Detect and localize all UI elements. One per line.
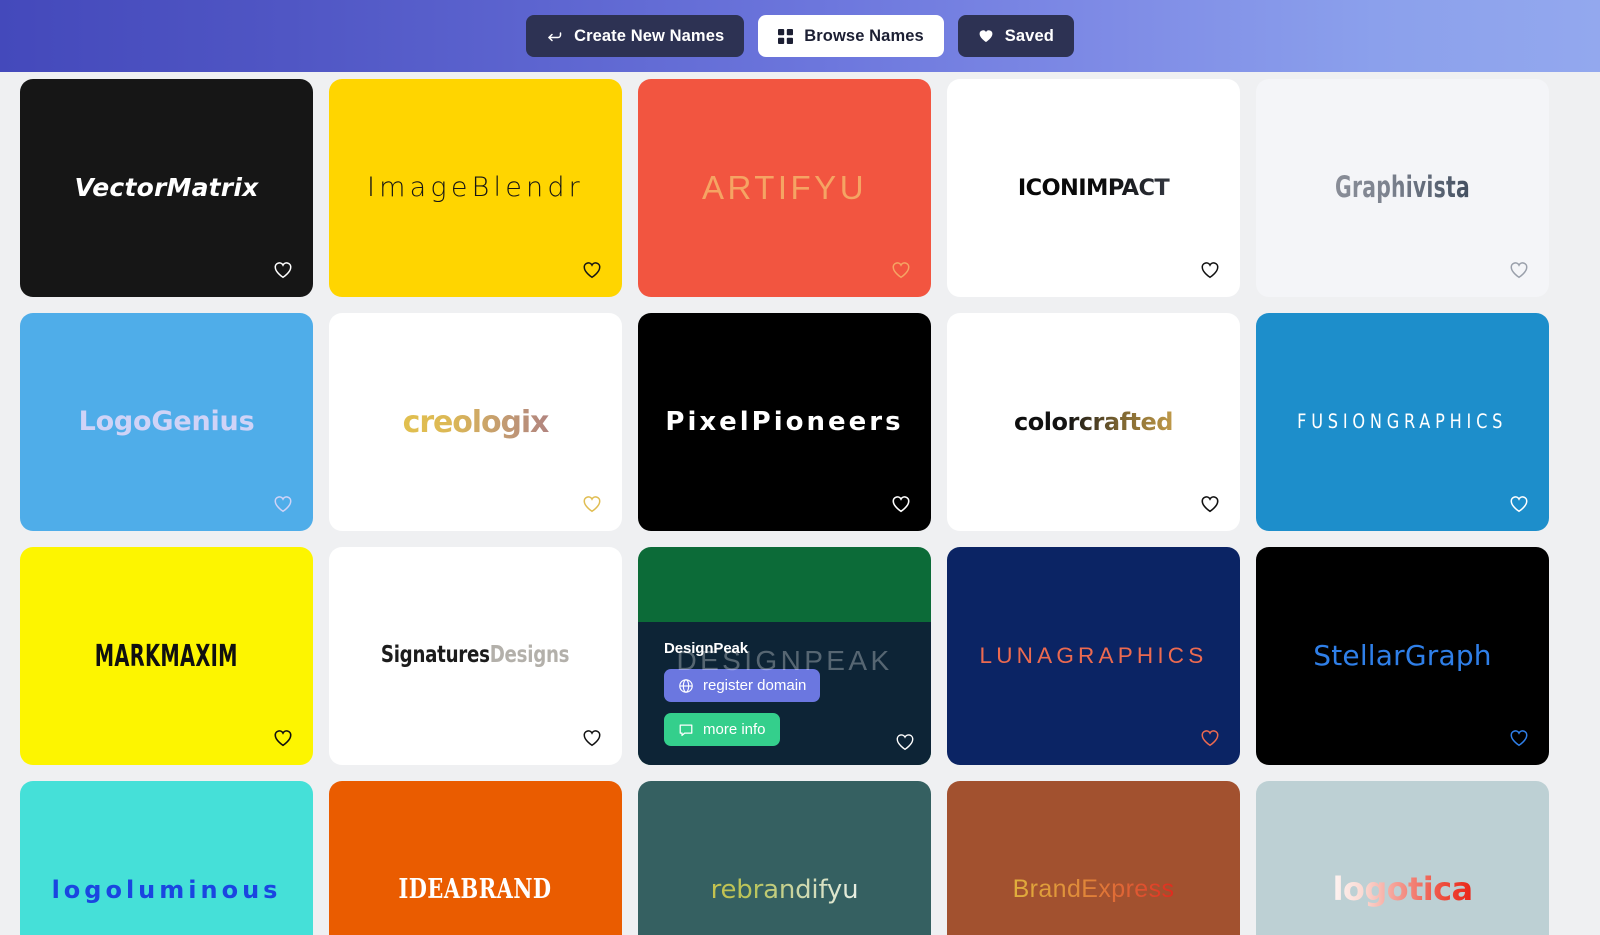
logo-card-imageblendr[interactable]: ImageBlendr <box>329 79 622 297</box>
logo-text: FUSIONGRAPHICS <box>1297 410 1508 434</box>
logo-card-iconimpact[interactable]: ICONIMPACT <box>947 79 1240 297</box>
hover-card-title: DesignPeak <box>664 640 749 657</box>
logo-text: BrandExpress <box>1001 876 1187 904</box>
favorite-heart-icon[interactable] <box>895 732 915 752</box>
logo-text: colorcrafted <box>1002 408 1185 435</box>
browse-names-button[interactable]: Browse Names <box>758 15 944 57</box>
saved-button[interactable]: Saved <box>957 15 1074 57</box>
logo-text: MARKMAXIM <box>95 638 238 674</box>
create-new-names-label: Create New Names <box>574 26 725 45</box>
favorite-heart-icon[interactable] <box>582 260 602 280</box>
favorite-heart-icon[interactable] <box>273 728 293 748</box>
favorite-heart-icon[interactable] <box>582 728 602 748</box>
logo-card-pixelpioneers[interactable]: PixelPioneers <box>638 313 931 531</box>
favorite-heart-icon[interactable] <box>891 494 911 514</box>
favorite-heart-icon[interactable] <box>582 494 602 514</box>
heart-filled-icon <box>978 28 994 44</box>
logo-card-markmaxim[interactable]: MARKMAXIM <box>20 547 313 765</box>
register-domain-label: register domain <box>703 677 807 694</box>
logo-card-artifyu[interactable]: ARTIFYU <box>638 79 931 297</box>
logo-card-lunagraphics[interactable]: LUNAGRAPHICS <box>947 547 1240 765</box>
logo-text: ICONIMPACT <box>1006 175 1181 201</box>
logo-text: StellarGraph <box>1313 638 1492 672</box>
favorite-heart-icon[interactable] <box>1200 494 1220 514</box>
favorite-heart-icon[interactable] <box>1200 260 1220 280</box>
logo-text: VectorMatrix <box>74 173 259 203</box>
saved-label: Saved <box>1004 26 1054 45</box>
more-info-label: more info <box>703 721 766 738</box>
logo-card-stellargraph[interactable]: StellarGraph <box>1256 547 1549 765</box>
logo-card-ideabrand[interactable]: IDEABRAND <box>329 781 622 935</box>
logo-text: LogoGenius <box>78 406 255 438</box>
logo-text: logoluminous <box>51 875 282 904</box>
logo-text: ARTIFYU <box>701 168 868 206</box>
grid-icon <box>778 28 794 44</box>
favorite-heart-icon[interactable] <box>273 494 293 514</box>
favorite-heart-icon[interactable] <box>1200 728 1220 748</box>
favorite-heart-icon[interactable] <box>273 260 293 280</box>
back-arrow-icon <box>546 28 563 45</box>
logo-card-brandexpress[interactable]: BrandExpress <box>947 781 1240 935</box>
logo-card-logoluminous[interactable]: logoluminous <box>20 781 313 935</box>
top-navigation-bar: Create New Names Browse Names Saved <box>0 0 1600 72</box>
browse-names-label: Browse Names <box>804 26 924 45</box>
logo-text: rebrandifyu <box>699 876 871 905</box>
logo-text: Graphivista <box>1326 171 1480 204</box>
logo-text: LUNAGRAPHICS <box>979 642 1208 668</box>
logo-text-secondary: Designs <box>490 642 570 669</box>
logo-card-rebrandifyu[interactable]: rebrandifyu <box>638 781 931 935</box>
logo-card-graphivista[interactable]: Graphivista <box>1256 79 1549 297</box>
chat-bubble-icon <box>678 722 694 738</box>
logo-name-grid: VectorMatrix ImageBlendr ARTIFYU ICONIMP… <box>0 72 1600 935</box>
logo-card-fusiongraphics[interactable]: FUSIONGRAPHICS <box>1256 313 1549 531</box>
logo-text-primary: Signatures <box>381 642 491 669</box>
more-info-button[interactable]: more info <box>664 713 780 746</box>
logo-text: IDEABRAND <box>398 874 553 906</box>
logo-text: ImageBlendr <box>367 172 584 204</box>
logo-card-creologix[interactable]: creologix <box>329 313 622 531</box>
logo-card-vectormatrix[interactable]: VectorMatrix <box>20 79 313 297</box>
logo-text: SignaturesDesigns <box>371 643 581 668</box>
favorite-heart-icon[interactable] <box>1509 728 1529 748</box>
logo-card-signaturesdesigns[interactable]: SignaturesDesigns <box>329 547 622 765</box>
logo-text: PixelPioneers <box>665 406 904 437</box>
logo-card-logogenius[interactable]: LogoGenius <box>20 313 313 531</box>
logo-card-logotica[interactable]: logotica <box>1256 781 1549 935</box>
logo-text: creologix <box>391 406 561 439</box>
favorite-heart-icon[interactable] <box>1509 260 1529 280</box>
favorite-heart-icon[interactable] <box>1509 494 1529 514</box>
favorite-heart-icon[interactable] <box>891 260 911 280</box>
logo-card-colorcrafted[interactable]: colorcrafted <box>947 313 1240 531</box>
create-new-names-button[interactable]: Create New Names <box>526 15 745 57</box>
card-hover-overlay: DesignPeak register domain more info <box>638 622 931 765</box>
register-domain-button[interactable]: register domain <box>664 669 821 702</box>
globe-icon <box>678 678 694 694</box>
logo-card-designpeak[interactable]: DESIGNPEAK DesignPeak register domain mo… <box>638 547 931 765</box>
logo-text: logotica <box>1321 872 1485 907</box>
